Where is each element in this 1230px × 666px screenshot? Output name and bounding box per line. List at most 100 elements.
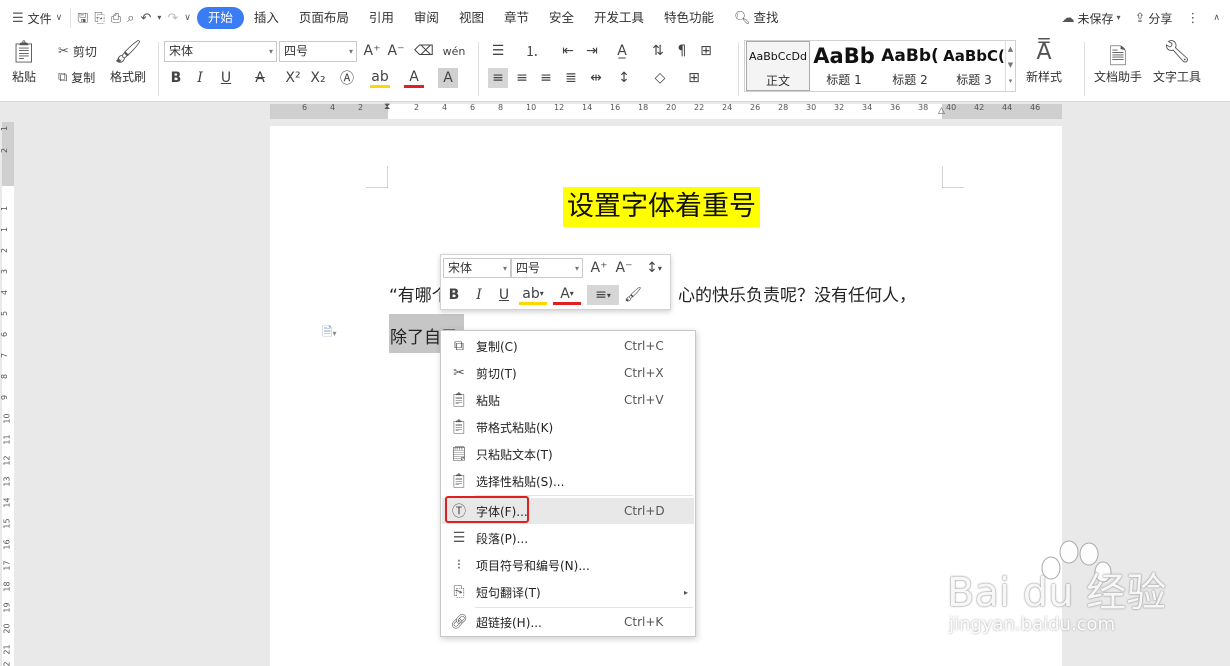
table-borders-icon[interactable]: ⊞ <box>696 41 716 61</box>
underline-icon[interactable]: U <box>216 68 236 88</box>
font-color-icon[interactable]: A <box>404 68 424 88</box>
mini-font-size-select[interactable]: 四号 ▾ <box>511 258 583 278</box>
superscript-icon[interactable]: X² <box>283 68 303 88</box>
menu-item-paragraph[interactable]: ☰ 段落(P)... <box>442 525 694 551</box>
highlight-icon[interactable]: ab ▾ <box>519 285 547 305</box>
phonetic-guide-icon[interactable]: wén <box>443 41 466 61</box>
justify-icon[interactable]: ≣ <box>561 68 581 88</box>
bullets-icon[interactable]: ☰ <box>488 41 508 61</box>
paste-text-icon: 🗒 <box>450 446 468 462</box>
document-title[interactable]: 设置字体着重号 <box>563 187 760 227</box>
menu-item-paste[interactable]: 📋︎ 粘贴 Ctrl+V <box>442 387 694 413</box>
shading-icon[interactable]: ◇ <box>650 68 670 88</box>
sort-icon[interactable]: ⇅ <box>648 41 668 61</box>
styles-scroll[interactable]: ▲ ▼ ▾ <box>1005 41 1015 91</box>
tab-home[interactable]: 开始 <box>196 7 244 29</box>
font-size-select[interactable]: 四号 ▾ <box>279 41 357 62</box>
style-heading-1[interactable]: AaBb 标题 1 <box>811 41 877 91</box>
menu-item-bullets-numbering[interactable]: ⁝ 项目符号和编号(N)... <box>442 552 694 578</box>
show-marks-icon[interactable]: ¶ <box>672 41 692 61</box>
strikethrough-icon[interactable]: A <box>250 68 270 88</box>
tab-insert[interactable]: 插入 <box>244 7 289 29</box>
char-shading-icon[interactable]: A <box>438 68 458 88</box>
align-center-icon[interactable]: ≡ <box>512 68 532 88</box>
align-right-icon[interactable]: ≡ <box>536 68 556 88</box>
underline-icon[interactable]: U <box>494 285 514 305</box>
export-pdf-icon[interactable]: ⎘ <box>94 12 104 25</box>
tab-developer[interactable]: 开发工具 <box>584 7 654 29</box>
paragraph-handle-icon[interactable]: 🗎▾ <box>322 323 336 345</box>
undo-dropdown-icon[interactable]: ▾ <box>157 14 161 22</box>
line-spacing-icon[interactable]: ↕ <box>614 68 634 88</box>
highlight-icon[interactable]: ab <box>370 68 390 88</box>
menu-item-paste-with-format[interactable]: 📋︎ 带格式粘贴(K) <box>442 414 694 440</box>
tab-chapter[interactable]: 章节 <box>494 7 539 29</box>
indent-marker-icon[interactable]: ⧗ <box>384 102 390 112</box>
customize-dropdown-icon[interactable]: ∨ <box>184 13 191 23</box>
tab-review[interactable]: 审阅 <box>404 7 449 29</box>
clear-format-icon[interactable]: ⌫ <box>414 41 434 61</box>
align-icon[interactable]: ≡ ▾ <box>587 285 619 305</box>
menu-item-paste-special[interactable]: 📋︎ 选择性粘贴(S)... <box>442 468 694 494</box>
increase-indent-icon[interactable]: ⇥ <box>582 41 602 61</box>
font-color-icon[interactable]: A ▾ <box>553 285 581 305</box>
line-spacing-icon[interactable]: ↕ ▾ <box>640 258 668 278</box>
cut-button[interactable]: ✂ 剪切 <box>58 40 97 62</box>
tab-view[interactable]: 视图 <box>449 7 494 29</box>
shrink-font-icon[interactable]: A⁻ <box>386 41 406 61</box>
horizontal-ruler[interactable]: 6 4 2 2 4 6 8 10 12 14 16 18 20 22 24 26 28 30 32 34 36 38 40 4… <box>0 102 1230 122</box>
font-name-select[interactable]: 宋体 ▾ <box>164 41 277 62</box>
shrink-font-icon[interactable]: A⁻ <box>614 258 634 278</box>
tab-features[interactable]: 特色功能 <box>654 7 724 29</box>
bold-icon[interactable]: B <box>166 68 186 88</box>
redo-icon[interactable]: ↷ <box>167 12 178 25</box>
share-button[interactable]: ⇪ 分享 <box>1134 10 1172 27</box>
new-style-button[interactable]: A̿ 新样式 <box>1026 40 1062 85</box>
align-left-icon[interactable]: ≡ <box>488 68 508 88</box>
borders-icon[interactable]: ⊞ <box>684 68 704 88</box>
bold-icon[interactable]: B <box>444 285 464 305</box>
italic-icon[interactable]: I <box>190 68 210 88</box>
subscript-icon[interactable]: X₂ <box>308 68 328 88</box>
doc-assistant-button[interactable]: 🗎 文档助手 <box>1094 40 1142 85</box>
menu-item-copy[interactable]: ⧉ 复制(C) Ctrl+C <box>442 333 694 359</box>
format-painter-button[interactable]: 🖌︎ 格式刷 <box>110 40 146 85</box>
print-preview-icon[interactable]: ⌕ <box>127 12 134 25</box>
grow-font-icon[interactable]: A⁺ <box>362 41 382 61</box>
paste-button[interactable]: 📋︎ 粘贴 <box>10 40 38 85</box>
italic-icon[interactable]: I <box>469 285 489 305</box>
tab-security[interactable]: 安全 <box>539 7 584 29</box>
ruler-number: 16 <box>2 539 12 550</box>
mini-font-name-select[interactable]: 宋体 ▾ <box>443 258 511 278</box>
menu-item-paste-text-only[interactable]: 🗒 只粘贴文本(T) <box>442 441 694 467</box>
right-indent-marker-icon[interactable]: △ <box>938 106 945 116</box>
decrease-indent-icon[interactable]: ⇤ <box>558 41 578 61</box>
file-menu[interactable]: ☰ 文件 ∨ <box>0 0 70 36</box>
print-icon[interactable]: ⎙ <box>111 12 121 25</box>
chinese-layout-icon[interactable]: A̲ <box>612 41 632 61</box>
format-painter-icon[interactable]: 🖌︎ <box>623 285 643 305</box>
menu-item-cut[interactable]: ✂ 剪切(T) Ctrl+X <box>442 360 694 386</box>
text-tools-button[interactable]: 🔧︎ 文字工具 <box>1153 40 1201 85</box>
chevron-down-icon: ▾ <box>1116 13 1121 22</box>
numbering-icon[interactable]: ⒈ <box>522 41 542 61</box>
more-icon[interactable]: ⋮ <box>1186 12 1199 25</box>
tab-references[interactable]: 引用 <box>359 7 404 29</box>
paragraph-line-1-right[interactable]: 心的快乐负责呢？没有任何人， <box>678 281 916 306</box>
style-heading-3[interactable]: AaBbC( 标题 3 <box>943 41 1005 91</box>
vertical-ruler[interactable]: 12112345678910111213141516171819202122 <box>0 122 16 666</box>
save-icon[interactable]: 🖫 <box>77 12 88 25</box>
collapse-ribbon-icon[interactable]: ∧ <box>1213 13 1220 23</box>
copy-button[interactable]: ⧉ 复制 <box>58 66 95 88</box>
style-normal[interactable]: AaBbCcDd 正文 <box>746 41 810 91</box>
text-effect-icon[interactable]: Ⓐ <box>337 68 357 88</box>
menu-item-hyperlink[interactable]: 🔗︎ 超链接(H)... Ctrl+K <box>442 609 694 635</box>
grow-font-icon[interactable]: A⁺ <box>589 258 609 278</box>
tab-page-layout[interactable]: 页面布局 <box>289 7 359 29</box>
save-status[interactable]: ☁ 未保存 ▾ <box>1061 10 1120 27</box>
search-button[interactable]: 🔍︎ 查找 <box>724 7 789 29</box>
menu-item-translate[interactable]: ⎘ 短句翻译(T) ▸ <box>442 579 694 605</box>
distributed-icon[interactable]: ⇹ <box>586 68 606 88</box>
undo-icon[interactable]: ↶ <box>140 12 151 25</box>
style-heading-2[interactable]: AaBb( 标题 2 <box>878 41 942 91</box>
